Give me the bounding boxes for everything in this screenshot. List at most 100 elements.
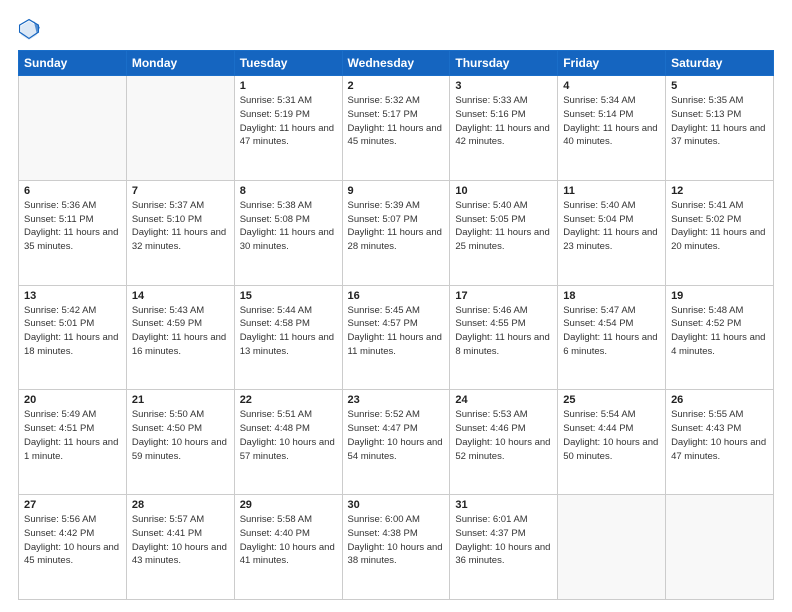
cell-info: Sunrise: 5:33 AM Sunset: 5:16 PM Dayligh… <box>455 94 552 149</box>
day-number: 14 <box>132 290 229 302</box>
day-header-monday: Monday <box>126 51 234 76</box>
cell-info: Sunrise: 5:49 AM Sunset: 4:51 PM Dayligh… <box>24 408 121 463</box>
cell-info: Sunrise: 5:37 AM Sunset: 5:10 PM Dayligh… <box>132 199 229 254</box>
day-header-sunday: Sunday <box>19 51 127 76</box>
calendar-cell <box>666 495 774 600</box>
calendar-cell <box>558 495 666 600</box>
cell-info: Sunrise: 5:56 AM Sunset: 4:42 PM Dayligh… <box>24 513 121 568</box>
calendar-cell: 28 Sunrise: 5:57 AM Sunset: 4:41 PM Dayli… <box>126 495 234 600</box>
calendar-cell: 30 Sunrise: 6:00 AM Sunset: 4:38 PM Dayli… <box>342 495 450 600</box>
cell-info: Sunrise: 5:36 AM Sunset: 5:11 PM Dayligh… <box>24 199 121 254</box>
calendar-cell: 14 Sunrise: 5:43 AM Sunset: 4:59 PM Dayli… <box>126 285 234 390</box>
calendar-cell: 25 Sunrise: 5:54 AM Sunset: 4:44 PM Dayli… <box>558 390 666 495</box>
calendar-header-row: SundayMondayTuesdayWednesdayThursdayFrid… <box>19 51 774 76</box>
day-number: 2 <box>348 80 445 92</box>
cell-info: Sunrise: 5:40 AM Sunset: 5:05 PM Dayligh… <box>455 199 552 254</box>
day-number: 13 <box>24 290 121 302</box>
week-row-5: 27 Sunrise: 5:56 AM Sunset: 4:42 PM Dayli… <box>19 495 774 600</box>
day-number: 22 <box>240 394 337 406</box>
cell-info: Sunrise: 5:57 AM Sunset: 4:41 PM Dayligh… <box>132 513 229 568</box>
day-number: 12 <box>671 185 768 197</box>
day-number: 20 <box>24 394 121 406</box>
day-number: 31 <box>455 499 552 511</box>
week-row-3: 13 Sunrise: 5:42 AM Sunset: 5:01 PM Dayli… <box>19 285 774 390</box>
day-number: 27 <box>24 499 121 511</box>
calendar-cell: 27 Sunrise: 5:56 AM Sunset: 4:42 PM Dayli… <box>19 495 127 600</box>
cell-info: Sunrise: 5:41 AM Sunset: 5:02 PM Dayligh… <box>671 199 768 254</box>
calendar-table: SundayMondayTuesdayWednesdayThursdayFrid… <box>18 50 774 600</box>
cell-info: Sunrise: 5:46 AM Sunset: 4:55 PM Dayligh… <box>455 304 552 359</box>
calendar-cell: 3 Sunrise: 5:33 AM Sunset: 5:16 PM Daylig… <box>450 76 558 181</box>
cell-info: Sunrise: 5:44 AM Sunset: 4:58 PM Dayligh… <box>240 304 337 359</box>
cell-info: Sunrise: 5:48 AM Sunset: 4:52 PM Dayligh… <box>671 304 768 359</box>
calendar-cell: 26Sunrise: 5:55 AM Sunset: 4:43 PM Dayli… <box>666 390 774 495</box>
calendar-cell: 17 Sunrise: 5:46 AM Sunset: 4:55 PM Dayli… <box>450 285 558 390</box>
day-number: 19 <box>671 290 768 302</box>
day-header-saturday: Saturday <box>666 51 774 76</box>
cell-info: Sunrise: 5:39 AM Sunset: 5:07 PM Dayligh… <box>348 199 445 254</box>
cell-info: Sunrise: 5:31 AM Sunset: 5:19 PM Dayligh… <box>240 94 337 149</box>
calendar-cell: 21 Sunrise: 5:50 AM Sunset: 4:50 PM Dayli… <box>126 390 234 495</box>
calendar-cell: 24 Sunrise: 5:53 AM Sunset: 4:46 PM Dayli… <box>450 390 558 495</box>
calendar-cell: 9 Sunrise: 5:39 AM Sunset: 5:07 PM Daylig… <box>342 180 450 285</box>
cell-info: Sunrise: 5:43 AM Sunset: 4:59 PM Dayligh… <box>132 304 229 359</box>
day-number: 30 <box>348 499 445 511</box>
cell-info: Sunrise: 5:58 AM Sunset: 4:40 PM Dayligh… <box>240 513 337 568</box>
day-number: 21 <box>132 394 229 406</box>
cell-info: Sunrise: 5:53 AM Sunset: 4:46 PM Dayligh… <box>455 408 552 463</box>
calendar-cell: 12 Sunrise: 5:41 AM Sunset: 5:02 PM Dayli… <box>666 180 774 285</box>
calendar-cell: 8Sunrise: 5:38 AM Sunset: 5:08 PM Daylig… <box>234 180 342 285</box>
generalblue-logo-icon <box>18 18 40 40</box>
cell-info: Sunrise: 5:47 AM Sunset: 4:54 PM Dayligh… <box>563 304 660 359</box>
day-number: 23 <box>348 394 445 406</box>
cell-info: Sunrise: 5:45 AM Sunset: 4:57 PM Dayligh… <box>348 304 445 359</box>
header <box>18 18 774 40</box>
day-header-wednesday: Wednesday <box>342 51 450 76</box>
day-number: 3 <box>455 80 552 92</box>
logo <box>18 18 44 40</box>
cell-info: Sunrise: 5:50 AM Sunset: 4:50 PM Dayligh… <box>132 408 229 463</box>
calendar-cell: 10Sunrise: 5:40 AM Sunset: 5:05 PM Dayli… <box>450 180 558 285</box>
calendar-cell: 20 Sunrise: 5:49 AM Sunset: 4:51 PM Dayli… <box>19 390 127 495</box>
day-number: 7 <box>132 185 229 197</box>
calendar-cell: 23 Sunrise: 5:52 AM Sunset: 4:47 PM Dayli… <box>342 390 450 495</box>
day-number: 1 <box>240 80 337 92</box>
cell-info: Sunrise: 5:35 AM Sunset: 5:13 PM Dayligh… <box>671 94 768 149</box>
day-number: 28 <box>132 499 229 511</box>
calendar-cell: 19 Sunrise: 5:48 AM Sunset: 4:52 PM Dayli… <box>666 285 774 390</box>
day-number: 26 <box>671 394 768 406</box>
day-number: 16 <box>348 290 445 302</box>
cell-info: Sunrise: 5:52 AM Sunset: 4:47 PM Dayligh… <box>348 408 445 463</box>
day-header-friday: Friday <box>558 51 666 76</box>
calendar-cell: 18Sunrise: 5:47 AM Sunset: 4:54 PM Dayli… <box>558 285 666 390</box>
day-number: 17 <box>455 290 552 302</box>
calendar-cell: 4Sunrise: 5:34 AM Sunset: 5:14 PM Daylig… <box>558 76 666 181</box>
day-number: 9 <box>348 185 445 197</box>
day-number: 11 <box>563 185 660 197</box>
calendar-cell: 7 Sunrise: 5:37 AM Sunset: 5:10 PM Daylig… <box>126 180 234 285</box>
day-number: 24 <box>455 394 552 406</box>
calendar-cell <box>126 76 234 181</box>
cell-info: Sunrise: 5:40 AM Sunset: 5:04 PM Dayligh… <box>563 199 660 254</box>
calendar-cell: 1 Sunrise: 5:31 AM Sunset: 5:19 PM Daylig… <box>234 76 342 181</box>
day-number: 5 <box>671 80 768 92</box>
cell-info: Sunrise: 5:32 AM Sunset: 5:17 PM Dayligh… <box>348 94 445 149</box>
calendar-cell: 13 Sunrise: 5:42 AM Sunset: 5:01 PM Dayli… <box>19 285 127 390</box>
day-number: 29 <box>240 499 337 511</box>
cell-info: Sunrise: 5:54 AM Sunset: 4:44 PM Dayligh… <box>563 408 660 463</box>
calendar-cell: 16 Sunrise: 5:45 AM Sunset: 4:57 PM Dayli… <box>342 285 450 390</box>
day-number: 15 <box>240 290 337 302</box>
week-row-2: 6Sunrise: 5:36 AM Sunset: 5:11 PM Daylig… <box>19 180 774 285</box>
calendar-cell: 5 Sunrise: 5:35 AM Sunset: 5:13 PM Daylig… <box>666 76 774 181</box>
page: SundayMondayTuesdayWednesdayThursdayFrid… <box>0 0 792 612</box>
day-header-tuesday: Tuesday <box>234 51 342 76</box>
calendar-cell: 31 Sunrise: 6:01 AM Sunset: 4:37 PM Dayli… <box>450 495 558 600</box>
day-header-thursday: Thursday <box>450 51 558 76</box>
cell-info: Sunrise: 5:38 AM Sunset: 5:08 PM Dayligh… <box>240 199 337 254</box>
cell-info: Sunrise: 5:42 AM Sunset: 5:01 PM Dayligh… <box>24 304 121 359</box>
cell-info: Sunrise: 6:00 AM Sunset: 4:38 PM Dayligh… <box>348 513 445 568</box>
day-number: 25 <box>563 394 660 406</box>
cell-info: Sunrise: 5:51 AM Sunset: 4:48 PM Dayligh… <box>240 408 337 463</box>
cell-info: Sunrise: 6:01 AM Sunset: 4:37 PM Dayligh… <box>455 513 552 568</box>
week-row-4: 20 Sunrise: 5:49 AM Sunset: 4:51 PM Dayli… <box>19 390 774 495</box>
